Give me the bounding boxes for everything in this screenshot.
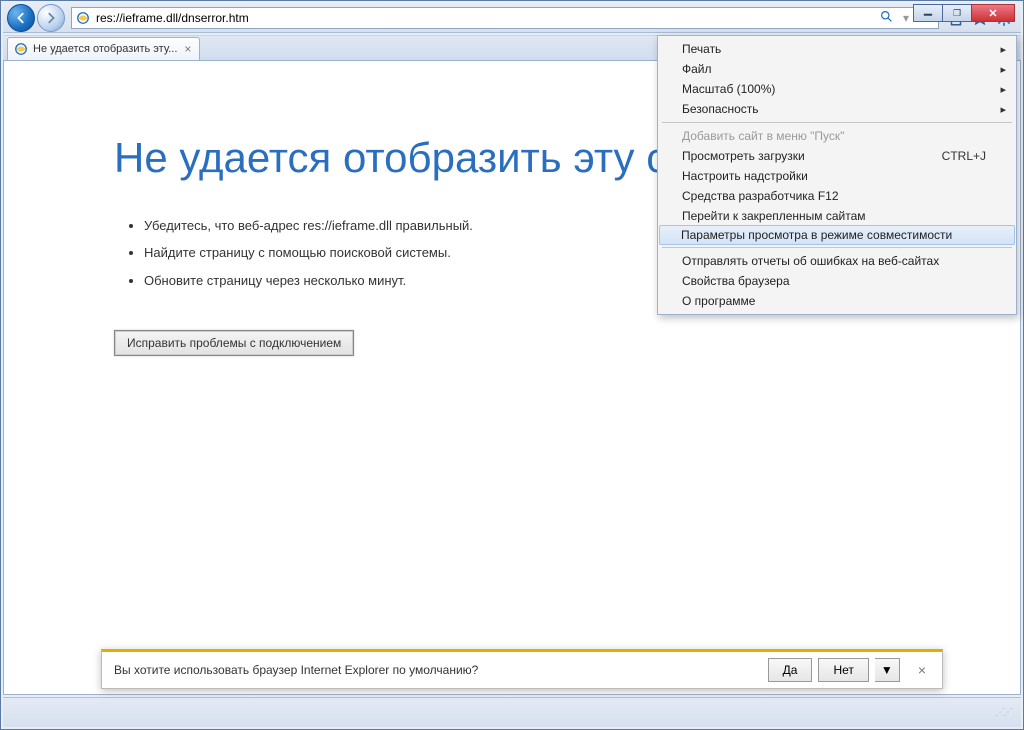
menu-separator <box>662 122 1012 123</box>
tools-menu: Печать Файл Масштаб (100%) Безопасность … <box>657 35 1017 315</box>
menu-add-to-start: Добавить сайт в меню "Пуск" <box>660 126 1014 146</box>
menu-security[interactable]: Безопасность <box>660 99 1014 119</box>
ie-page-icon <box>76 11 90 25</box>
menu-internet-options[interactable]: Свойства браузера <box>660 271 1014 291</box>
search-icon[interactable] <box>878 10 895 26</box>
fix-connection-button[interactable]: Исправить проблемы с подключением <box>114 330 354 356</box>
menu-zoom[interactable]: Масштаб (100%) <box>660 79 1014 99</box>
back-button[interactable] <box>7 4 35 32</box>
ie-tab-icon <box>14 42 28 56</box>
window-controls <box>914 4 1015 22</box>
menu-pinned-sites[interactable]: Перейти к закрепленным сайтам <box>660 206 1014 226</box>
infobar-close-icon[interactable]: × <box>914 662 930 678</box>
address-bar[interactable]: ▾ <box>71 7 939 29</box>
menu-report-errors[interactable]: Отправлять отчеты об ошибках на веб-сайт… <box>660 251 1014 271</box>
infobar-message: Вы хотите использовать браузер Internet … <box>114 663 762 677</box>
forward-button[interactable] <box>37 4 65 32</box>
status-bar: ⋰⋰ <box>3 697 1021 727</box>
resize-grip-icon[interactable]: ⋰⋰ <box>995 707 1011 718</box>
menu-about[interactable]: О программе <box>660 291 1014 311</box>
menu-manage-addons[interactable]: Настроить надстройки <box>660 166 1014 186</box>
default-browser-infobar: Вы хотите использовать браузер Internet … <box>101 649 943 689</box>
tab-title: Не удается отобразить эту... <box>33 43 177 55</box>
minimize-button[interactable] <box>913 4 943 22</box>
menu-compatibility-view[interactable]: Параметры просмотра в режиме совместимос… <box>659 225 1015 245</box>
menu-print[interactable]: Печать <box>660 39 1014 59</box>
infobar-no-button[interactable]: Нет <box>818 658 868 682</box>
infobar-yes-button[interactable]: Да <box>768 658 813 682</box>
maximize-button[interactable] <box>942 4 972 22</box>
menu-view-downloads[interactable]: Просмотреть загрузки CTRL+J <box>660 146 1014 166</box>
menu-dev-tools[interactable]: Средства разработчика F12 <box>660 186 1014 206</box>
browser-tab[interactable]: Не удается отобразить эту... × <box>7 37 200 60</box>
tab-close-icon[interactable]: × <box>182 42 193 56</box>
infobar-no-dropdown[interactable]: ▼ <box>875 658 900 682</box>
navigation-bar: ▾ <box>3 3 1021 33</box>
url-input[interactable] <box>94 10 878 26</box>
close-button[interactable] <box>971 4 1015 22</box>
menu-separator <box>662 247 1012 248</box>
menu-file[interactable]: Файл <box>660 59 1014 79</box>
